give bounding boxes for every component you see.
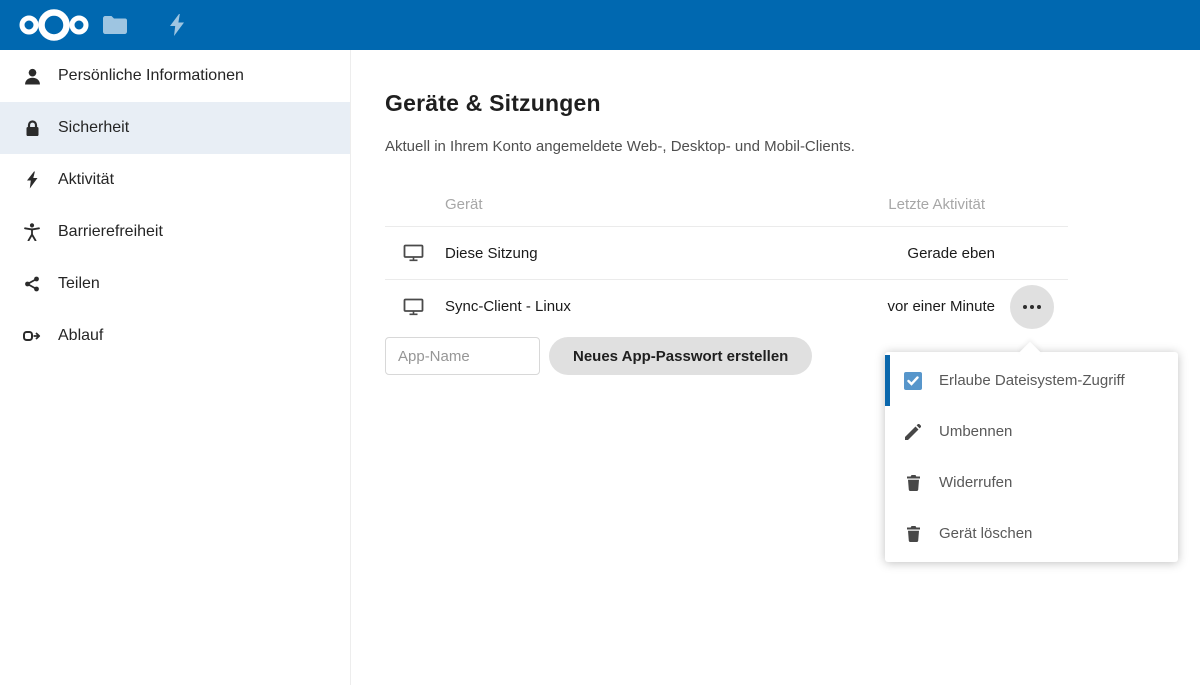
app-name-input[interactable] [385,337,540,375]
more-horizontal-icon [1023,305,1027,309]
trash-icon [904,526,922,542]
share-icon [22,276,42,292]
menu-item-label: Umbennen [939,423,1012,440]
page-subtitle: Aktuell in Ihrem Konto angemeldete Web-,… [385,138,1200,155]
pencil-icon [904,424,922,440]
sidebar-item-label: Teilen [58,275,100,293]
device-name: Diese Sitzung [445,245,835,262]
nextcloud-logo-icon[interactable] [18,7,90,43]
checkbox-checked-icon[interactable] [904,372,922,390]
trash-icon [904,475,922,491]
device-name: Sync-Client - Linux [445,298,835,315]
last-activity: vor einer Minute [835,298,995,315]
sessions-table: Gerät Letzte Aktivität Diese Sitzung Ger… [385,182,1068,333]
files-app-folder-icon[interactable] [90,0,140,50]
sidebar-item-activity[interactable]: Aktivität [0,154,350,206]
sidebar-item-personal-info[interactable]: Persönliche Informationen [0,50,350,102]
lightning-icon [22,171,42,189]
last-activity-column-header: Letzte Aktivität [835,196,995,213]
monitor-icon [385,298,445,316]
create-app-password-button[interactable]: Neues App-Passwort erstellen [549,337,812,375]
sidebar-item-label: Ablauf [58,327,103,345]
table-row: Diese Sitzung Gerade eben [385,227,1068,280]
menu-item-label: Erlaube Dateisystem-Zugriff [939,372,1125,389]
sidebar-item-label: Aktivität [58,171,114,189]
sidebar-item-flow[interactable]: Ablauf [0,310,350,362]
sidebar-item-label: Barrierefreiheit [58,223,163,241]
user-icon [22,68,42,85]
device-column-header: Gerät [445,196,835,213]
menu-item-delete-device[interactable]: Gerät löschen [885,508,1178,559]
lock-icon [22,120,42,137]
menu-item-label: Widerrufen [939,474,1012,491]
menu-item-rename[interactable]: Umbennen [885,406,1178,457]
menu-item-label: Gerät löschen [939,525,1032,542]
page-title: Geräte & Sitzungen [385,90,1200,117]
session-actions-button[interactable] [1010,285,1054,329]
sidebar-item-sharing[interactable]: Teilen [0,258,350,310]
top-bar [0,0,1200,50]
activity-app-lightning-icon[interactable] [152,0,202,50]
table-row: Sync-Client - Linux vor einer Minute [385,280,1068,333]
flow-icon [22,329,42,343]
sidebar-item-label: Sicherheit [58,119,129,137]
last-activity: Gerade eben [835,245,995,262]
sidebar-item-accessibility[interactable]: Barrierefreiheit [0,206,350,258]
session-actions-menu: Erlaube Dateisystem-Zugriff Umbennen Wid… [885,352,1178,562]
accessibility-icon [22,223,42,241]
monitor-icon [385,244,445,262]
settings-sidebar: Persönliche Informationen Sicherheit Akt… [0,50,351,685]
sidebar-item-label: Persönliche Informationen [58,67,244,85]
menu-item-filesystem-access[interactable]: Erlaube Dateisystem-Zugriff [885,355,1178,406]
sessions-table-header: Gerät Letzte Aktivität [385,182,1068,227]
sidebar-item-security[interactable]: Sicherheit [0,102,350,154]
menu-item-revoke[interactable]: Widerrufen [885,457,1178,508]
